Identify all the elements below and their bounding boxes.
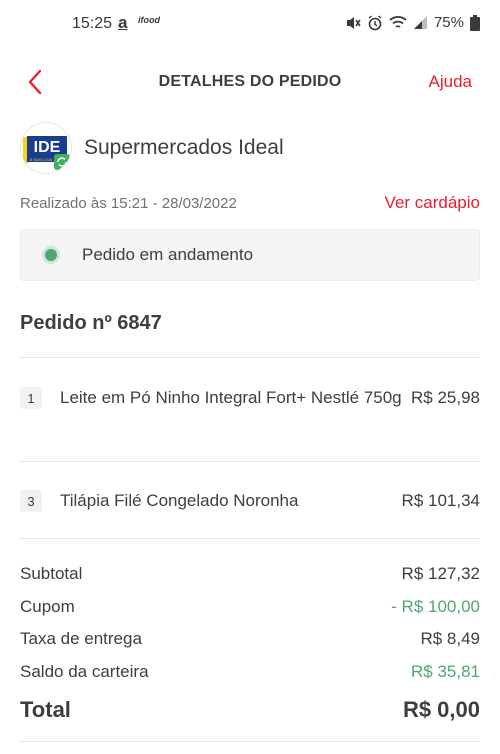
delivery-fee-value: R$ 8,49 [420, 629, 480, 649]
divider [20, 741, 480, 742]
divider [20, 461, 480, 462]
item-price: R$ 25,98 [411, 388, 480, 407]
delivery-fee-label: Taxa de entrega [20, 629, 142, 649]
order-item: 1 Leite em Pó Ninho Integral Fort+ Nestl… [20, 385, 480, 411]
order-status-text: Pedido em andamento [82, 245, 254, 264]
subtotal-row: Subtotal R$ 127,32 [20, 558, 480, 591]
wallet-balance-row: Saldo da carteira R$ 35,81 [20, 656, 480, 689]
coupon-label: Cupom [20, 596, 75, 616]
mute-icon [346, 16, 361, 29]
total-row: Total R$ 0,00 [20, 688, 480, 732]
store-name: Supermercados Ideal [84, 136, 284, 159]
order-meta: Realizado às 15:21 - 28/03/2022 Ver card… [20, 193, 480, 213]
item-name: Leite em Pó Ninho Integral Fort+ Nestlé … [60, 388, 402, 407]
coupon-value: - R$ 100,00 [391, 596, 480, 616]
item-price: R$ 101,34 [401, 491, 480, 510]
header: DETALHES DO PEDIDO Ajuda [0, 60, 500, 104]
status-icons: 75% [345, 14, 480, 31]
order-item: 3 Tilápia Filé Congelado Noronha R$ 101,… [20, 488, 480, 514]
status-dot-icon [45, 249, 57, 261]
status-time: 15:25 [72, 15, 113, 32]
order-date: Realizado às 15:21 - 28/03/2022 [20, 194, 237, 212]
view-menu-link[interactable]: Ver cardápio [385, 193, 480, 213]
divider [20, 357, 480, 358]
store-header[interactable]: IDE A SUA LOJA Supermercados Ideal [20, 122, 480, 174]
divider [20, 538, 480, 539]
item-quantity: 1 [20, 387, 42, 409]
order-status-box: Pedido em andamento [20, 229, 480, 281]
wifi-icon [389, 16, 407, 28]
ifood-notification-icon: ifood [138, 15, 160, 25]
battery-icon [470, 14, 480, 31]
alarm-icon [368, 14, 382, 30]
wallet-balance-value: R$ 35,81 [411, 661, 480, 681]
item-quantity: 3 [20, 490, 42, 512]
store-logo-graphic: IDE A SUA LOJA [21, 123, 71, 173]
delivery-fee-row: Taxa de entrega R$ 8,49 [20, 623, 480, 656]
store-logo-text: IDE [34, 139, 61, 156]
order-summary: Subtotal R$ 127,32 Cupom - R$ 100,00 Tax… [20, 558, 480, 732]
total-value: R$ 0,00 [402, 697, 480, 722]
page-title: DETALHES DO PEDIDO [158, 73, 342, 90]
store-logo: IDE A SUA LOJA [20, 122, 72, 174]
help-link[interactable]: Ajuda [429, 72, 472, 92]
wallet-balance-label: Saldo da carteira [20, 661, 149, 681]
store-logo-subtext: A SUA LOJA [30, 157, 53, 162]
coupon-row: Cupom - R$ 100,00 [20, 591, 480, 624]
item-name: Tilápia Filé Congelado Noronha [60, 491, 299, 510]
app-notification-icon: a [118, 13, 128, 32]
total-label: Total [20, 697, 71, 722]
status-bar: 15:25 a ifood 75% [0, 0, 500, 50]
order-number: Pedido nº 6847 [20, 312, 162, 334]
subtotal-value: R$ 127,32 [401, 564, 480, 584]
battery-percentage: 75% [433, 14, 464, 31]
signal-icon [413, 16, 427, 29]
subtotal-label: Subtotal [20, 564, 83, 584]
